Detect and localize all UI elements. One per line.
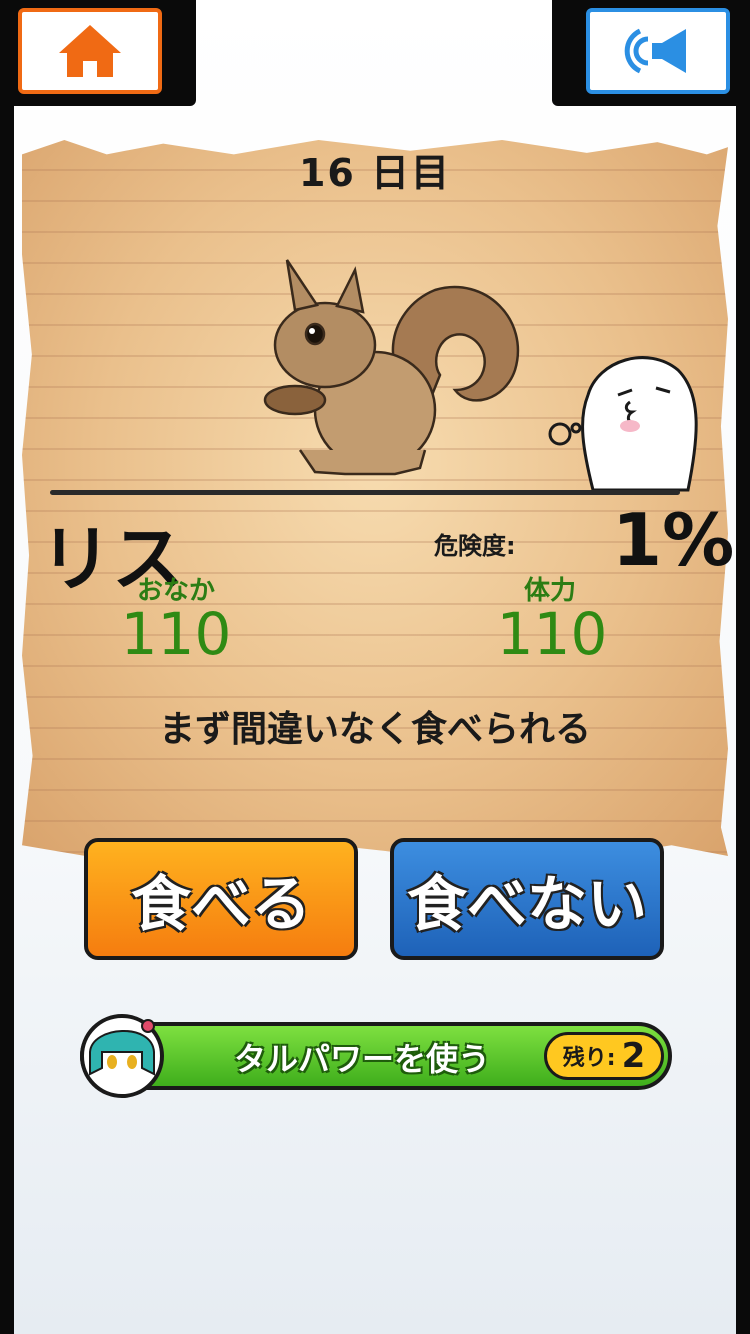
tal-power-button[interactable]: タルパワーを使う 残り: 2	[80, 1022, 672, 1090]
eat-button[interactable]: 食べる	[84, 838, 358, 960]
sound-button[interactable]	[586, 8, 730, 94]
stamina-value: 110	[496, 600, 608, 668]
stick-figure-illustration	[548, 356, 698, 492]
not-eat-button[interactable]: 食べない	[390, 838, 664, 960]
character-avatar-icon	[80, 1014, 164, 1098]
day-counter: 16 日目	[298, 151, 452, 195]
tal-power-label: タルパワーを使う	[234, 1040, 491, 1078]
home-button[interactable]	[18, 8, 162, 94]
home-icon	[59, 25, 121, 77]
speaker-icon	[624, 28, 686, 74]
danger-description: まず間違いなく食べられる	[158, 709, 591, 750]
remaining-badge: 残り: 2	[544, 1032, 664, 1080]
danger-label: 危険度:	[434, 532, 516, 560]
ground-line	[50, 490, 680, 495]
remaining-label: 残り:	[562, 1046, 616, 1071]
remaining-count: 2	[621, 1036, 646, 1076]
squirrel-illustration	[263, 259, 520, 476]
hunger-value: 110	[120, 600, 232, 668]
